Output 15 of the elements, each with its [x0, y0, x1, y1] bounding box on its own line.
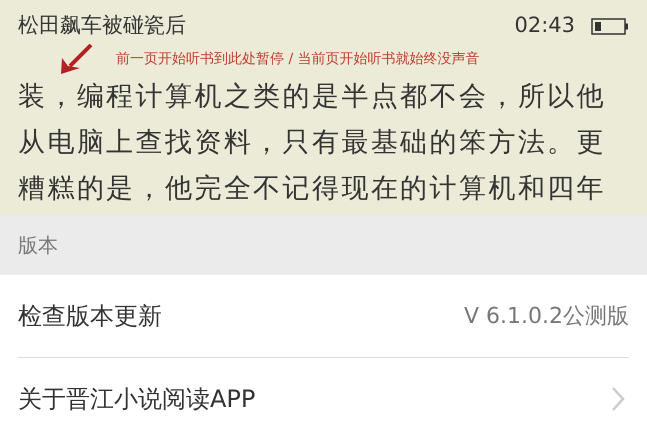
version-value: V 6.1.0.2公测版: [464, 302, 629, 330]
row-label: 检查版本更新: [18, 301, 162, 332]
chevron-right-icon: [611, 386, 625, 412]
section-header: 版本: [0, 215, 647, 275]
status-time: 02:43: [514, 12, 575, 40]
annotation-arrow: [58, 44, 94, 74]
battery-icon: [591, 18, 629, 34]
body-text: 从电脑上查找资料，只有最基础的笨方法。更: [18, 126, 607, 160]
annotation-text: 前一页开始听书到此处暂停 / 当前页开始听书就始终没声音: [116, 50, 480, 69]
body-text: 糟糕的是，他完全不记得现在的计算机和四年: [18, 172, 607, 206]
settings-row[interactable]: 检查版本更新 V 6.1.0.2公测版: [18, 275, 629, 357]
chapter-title: 松田飙车被碰瓷后: [18, 12, 186, 40]
body-text: 装，编程计算机之类的是半点都不会，所以他: [18, 80, 607, 114]
settings-row[interactable]: 关于晋江小说阅读APP: [18, 357, 629, 439]
row-label: 关于晋江小说阅读APP: [18, 384, 256, 414]
